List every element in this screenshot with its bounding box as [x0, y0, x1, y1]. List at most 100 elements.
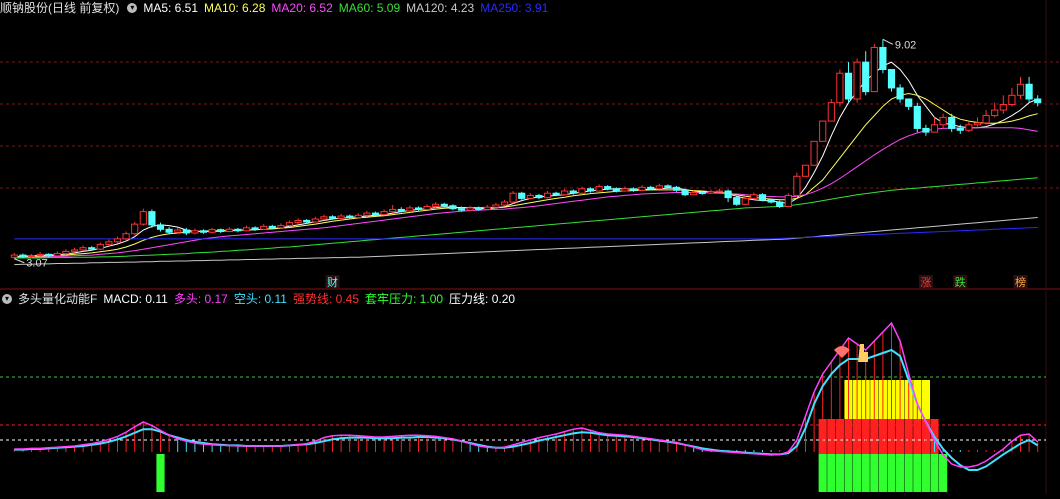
candle-100 [870, 43, 878, 93]
candle-17 [156, 222, 165, 232]
event-marker-1: 涨 [920, 276, 931, 289]
candle-64 [561, 188, 569, 196]
ma-legend-item-2: MA20: 6.52 [271, 1, 333, 15]
candle-91 [793, 172, 801, 197]
indicator-settings-icon[interactable]: ▾ [2, 293, 12, 304]
candle-13 [122, 231, 130, 241]
candle-46 [406, 205, 414, 212]
candle-22 [199, 229, 208, 234]
ma-legend-item-1: MA10: 6.28 [204, 1, 266, 15]
ma-legend-item-0: MA5: 6.51 [143, 1, 199, 15]
green-block-1 [818, 454, 827, 492]
candle-51 [449, 204, 457, 211]
candle-111 [965, 121, 973, 133]
green-block-14 [930, 454, 939, 492]
candle-58 [509, 191, 517, 204]
candle-68 [595, 184, 603, 192]
candle-55 [483, 205, 491, 211]
candle-60 [526, 193, 534, 200]
candle-24 [217, 228, 225, 233]
green-block-4 [844, 454, 853, 492]
candle-29 [260, 224, 268, 231]
green-block-3 [835, 454, 844, 492]
candle-26 [234, 227, 242, 233]
green-block-6 [861, 454, 870, 492]
green-block-5 [853, 454, 862, 492]
indicator-legend-item-2: 空头: 0.11 [233, 292, 287, 306]
candle-116 [1008, 87, 1016, 107]
indicator-legend-item-5: 压力线: 0.20 [449, 292, 516, 306]
candle-36 [320, 214, 328, 221]
candle-86 [750, 192, 758, 200]
candle-102 [887, 69, 896, 92]
candle-53 [466, 205, 474, 211]
green-block-2 [827, 454, 836, 492]
event-marker-2: 跌 [955, 275, 966, 289]
candle-106 [922, 124, 930, 136]
candle-71 [621, 186, 629, 192]
candle-62 [543, 191, 552, 199]
candle-101 [879, 39, 887, 74]
candle-33 [294, 218, 302, 225]
candle-96 [836, 69, 844, 107]
stock-title: 顺钠股份(日线 前复权) [0, 1, 120, 15]
candle-82 [715, 188, 724, 193]
candle-32 [285, 220, 294, 227]
ma-legend-item-5: MA250: 3.91 [480, 1, 549, 15]
indicator-header: ▾ 多头量化动能F MACD: 0.11 多头: 0.17 空头: 0.11 强势线: 0… [0, 291, 527, 307]
green-block-8 [878, 454, 887, 492]
candle-84 [733, 196, 741, 206]
candle-57 [500, 199, 509, 207]
candle-92 [801, 164, 810, 177]
ma60-line [14, 177, 1038, 259]
candle-27 [242, 225, 251, 232]
high-pointer [882, 38, 894, 45]
ma120-line [14, 217, 1038, 266]
candle-12 [113, 236, 122, 244]
ma5-line [14, 61, 1038, 257]
candle-119 [1034, 95, 1042, 107]
candle-97 [844, 62, 853, 103]
candle-73 [638, 185, 646, 192]
low-pointer [14, 258, 25, 264]
candle-83 [724, 189, 732, 203]
candle-95 [827, 98, 835, 122]
green-block-11 [904, 454, 913, 492]
candle-40 [354, 213, 362, 219]
candle-87 [758, 193, 767, 202]
low-price-label: 3.07 [26, 258, 47, 270]
high-price-label: 9.02 [895, 39, 916, 51]
green-block-13 [921, 454, 930, 492]
candle-105 [913, 102, 921, 133]
event-marker-0: 财 [327, 275, 338, 289]
yellow-block-9 [921, 380, 930, 419]
candle-114 [991, 102, 999, 118]
candle-118 [1025, 76, 1033, 103]
candle-43 [380, 209, 388, 216]
candle-89 [776, 200, 784, 208]
candle-48 [423, 204, 431, 211]
indicator-name: 多头量化动能F [18, 292, 98, 306]
candle-107 [930, 117, 939, 133]
candle-23 [208, 227, 216, 234]
candle-93 [810, 140, 818, 166]
candle-78 [681, 188, 689, 197]
indicator-legend-item-0: MACD: 0.11 [103, 292, 168, 306]
ma-legend: MA5: 6.51 MA10: 6.28 MA20: 6.52 MA60: 5.09 M… [143, 1, 554, 15]
candle-98 [853, 58, 861, 103]
indicator-legend-item-4: 套牢压力: 1.00 [365, 292, 444, 306]
green-block-7 [870, 454, 879, 492]
green-block-12 [913, 454, 922, 492]
candle-8 [79, 245, 87, 252]
candle-35 [311, 216, 319, 223]
candle-94 [819, 120, 827, 142]
candle-75 [655, 183, 663, 190]
settings-icon[interactable]: ▾ [127, 2, 138, 13]
candle-108 [939, 113, 947, 129]
candle-59 [518, 191, 526, 200]
green-block-15 [939, 454, 948, 492]
kline-chart: 9.02 3.07 财 涨 跌 榜 [0, 0, 1060, 494]
candle-25 [225, 227, 233, 233]
candle-10 [96, 242, 104, 250]
candle-115 [999, 95, 1007, 114]
